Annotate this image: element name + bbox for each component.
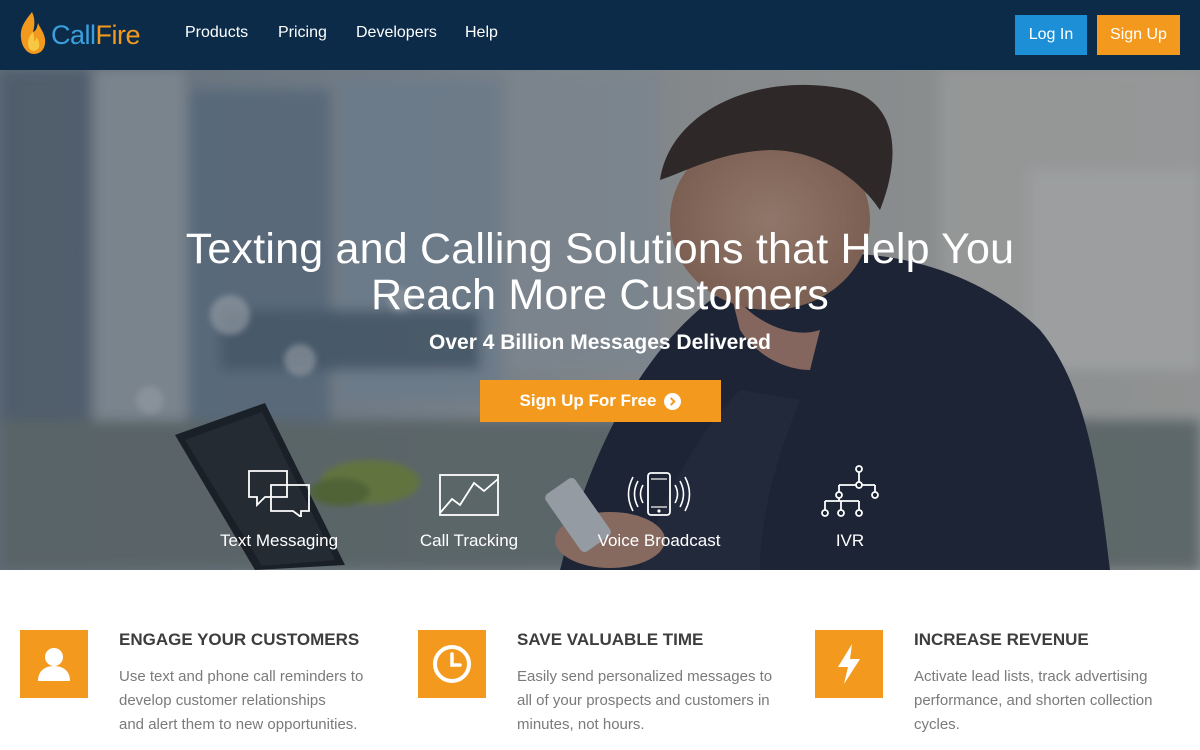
benefit-engage-customers: ENGAGE YOUR CUSTOMERS Use text and phone… — [20, 630, 400, 750]
lightning-icon — [838, 644, 860, 684]
feature-label: IVR — [835, 531, 865, 550]
benefit-increase-revenue: INCREASE REVENUE Activate lead lists, tr… — [815, 630, 1195, 750]
benefit-title: INCREASE REVENUE — [914, 630, 1089, 649]
benefit-description: Use text and phone call reminders to dev… — [119, 665, 389, 737]
chat-bubbles-icon — [248, 470, 310, 517]
nav-link-products[interactable]: Products — [185, 24, 248, 42]
benefit-title: SAVE VALUABLE TIME — [517, 630, 704, 649]
benefit-title: ENGAGE YOUR CUSTOMERS — [119, 630, 360, 649]
benefit-line: Use text and phone call reminders to — [119, 668, 364, 685]
feature-ivr[interactable]: IVR — [760, 465, 940, 551]
user-icon — [38, 648, 70, 681]
feature-label: Text Messaging — [219, 531, 339, 550]
clock-icon — [433, 645, 471, 683]
nav-link-pricing[interactable]: Pricing — [278, 24, 327, 42]
nav-link-help[interactable]: Help — [465, 24, 498, 42]
benefit-line: performance, and shorten collection — [914, 692, 1153, 709]
login-button[interactable]: Log In — [1015, 15, 1087, 55]
benefit-save-time: SAVE VALUABLE TIME Easily send personali… — [418, 630, 798, 750]
benefit-line: cycles. — [914, 716, 960, 733]
brand-name-part2: Fire — [95, 19, 141, 50]
hero-title-line1: Texting and Calling Solutions that Help … — [185, 225, 1015, 273]
brand-name-part1: Call — [51, 19, 96, 50]
feature-label: Voice Broadcast — [597, 531, 721, 550]
top-navbar: CallFire Products Pricing Developers Hel… — [0, 0, 1200, 70]
brand-name: CallFire — [51, 19, 141, 51]
benefit-line: Activate lead lists, track advertising — [914, 668, 1148, 685]
benefit-description: Easily send personalized messages to all… — [517, 665, 787, 737]
signup-button[interactable]: Sign Up — [1097, 15, 1180, 55]
tree-network-icon — [821, 465, 879, 517]
nav-link-developers[interactable]: Developers — [356, 24, 437, 42]
benefit-line: and alert them to new opportunities. — [119, 716, 358, 733]
flame-icon — [20, 12, 46, 54]
feature-label: Call Tracking — [419, 531, 519, 550]
callfire-logo[interactable]: CallFire — [18, 9, 141, 57]
feature-call-tracking[interactable]: Call Tracking — [379, 465, 559, 551]
line-chart-icon — [439, 474, 499, 516]
phone-broadcast-icon — [627, 472, 691, 516]
hero-title: Texting and Calling Solutions that Help … — [100, 226, 1100, 318]
arrow-circle-right-icon — [664, 392, 682, 410]
feature-text-messaging[interactable]: Text Messaging — [189, 465, 369, 551]
user-icon-tile — [20, 630, 88, 698]
benefit-line: minutes, not hours. — [517, 716, 645, 733]
signup-free-button[interactable]: Sign Up For Free — [480, 380, 721, 422]
benefit-line: all of your prospects and customers in — [517, 692, 770, 709]
benefit-line: Easily send personalized messages to — [517, 668, 773, 685]
hero-title-line2: Reach More Customers — [370, 271, 830, 319]
hero-section: Texting and Calling Solutions that Help … — [0, 70, 1200, 570]
clock-icon-tile — [418, 630, 486, 698]
lightning-icon-tile — [815, 630, 883, 698]
benefit-description: Activate lead lists, track advertising p… — [914, 665, 1184, 737]
signup-free-label: Sign Up For Free — [519, 391, 657, 410]
hero-subtitle: Over 4 Billion Messages Delivered — [429, 331, 771, 354]
benefit-line: develop customer relationships — [119, 692, 326, 709]
feature-voice-broadcast[interactable]: Voice Broadcast — [569, 465, 749, 551]
